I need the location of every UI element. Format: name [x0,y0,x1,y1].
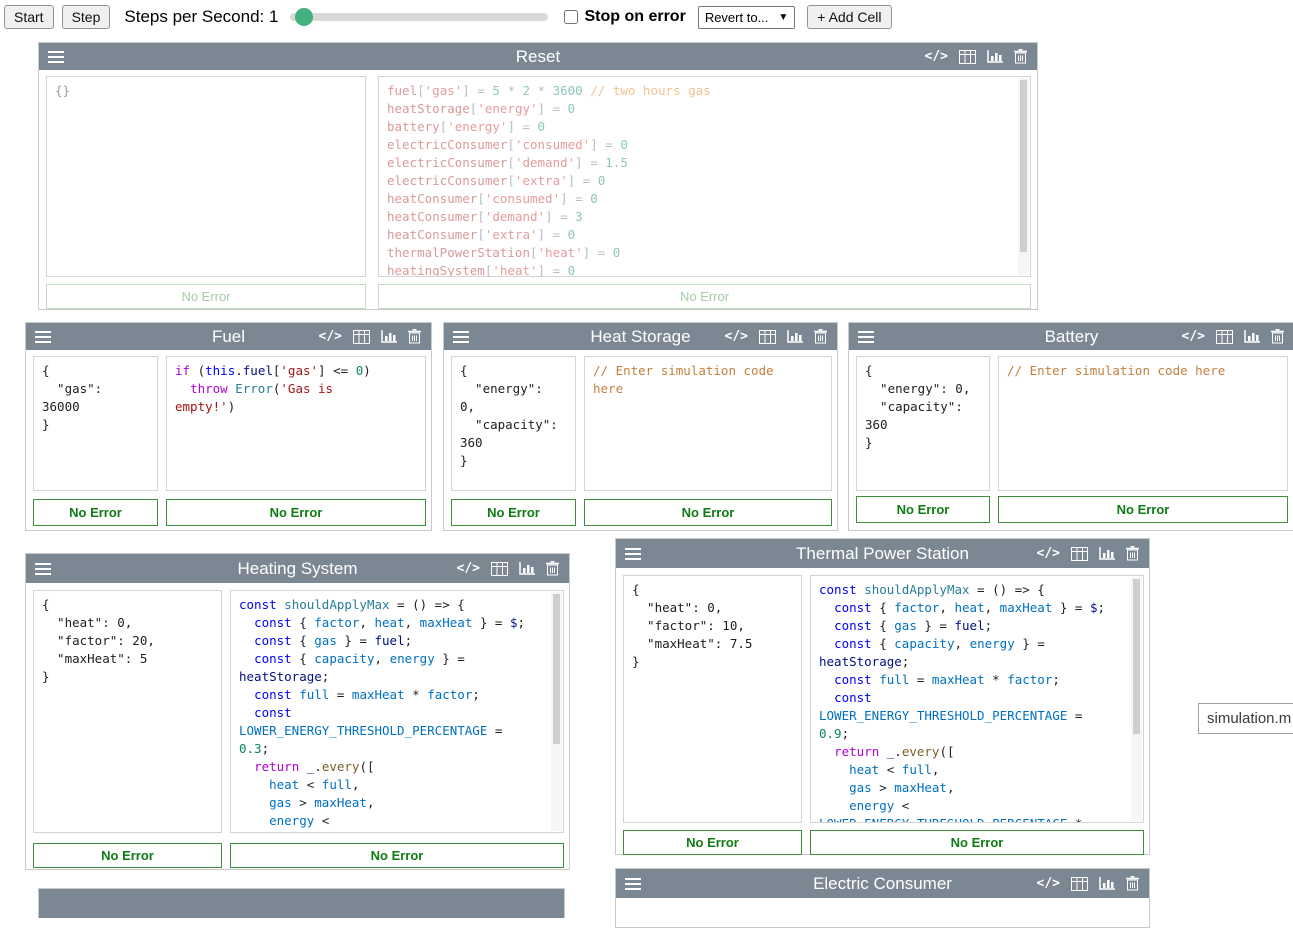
state-error-box: No Error [33,499,158,526]
speed-slider-handle[interactable] [295,8,313,26]
code-error-box: No Error [810,830,1144,855]
scrollbar[interactable] [1131,577,1142,821]
code-editor[interactable]: fuel['gas'] = 5 * 2 * 3600 // two hours … [378,76,1031,277]
scrollbar[interactable] [551,592,562,831]
code-error-box: No Error [230,843,564,868]
code-view-icon[interactable]: </> [1037,877,1060,890]
code-error-box: No Error [998,496,1288,523]
table-view-icon[interactable] [1216,330,1233,344]
drag-handle-icon[interactable] [35,328,51,346]
cell-partial-header [39,889,564,918]
cell-electric-consumer: Electric Consumer </> [615,868,1150,928]
code-error-box: No Error [166,499,426,526]
code-error-box: No Error [378,284,1031,309]
state-error-box: No Error [451,499,576,526]
scrollbar-thumb[interactable] [1020,80,1027,252]
state-editor[interactable]: { "gas":36000} [33,356,158,491]
cell-title: Reset [39,47,1037,67]
state-error-box: No Error [46,284,366,309]
revert-select-value: Revert to... [705,10,769,25]
state-editor[interactable]: { "heat": 0, "factor": 20, "maxHeat": 5} [33,590,222,833]
cell-battery-header: Battery </> [849,323,1293,350]
table-view-icon[interactable] [491,562,508,576]
code-editor[interactable]: const shouldApplyMax = () => { const { f… [810,575,1144,823]
delete-cell-icon[interactable] [546,561,559,576]
delete-cell-icon[interactable] [1126,546,1139,561]
speed-slider[interactable] [290,13,548,21]
cell-reset-header: Reset </> [39,43,1037,70]
start-button[interactable]: Start [4,5,54,30]
revert-select[interactable]: Revert to... ▼ [698,6,795,29]
table-view-icon[interactable] [759,330,776,344]
stop-on-error-checkbox[interactable] [564,10,578,24]
cell-partial-bottom-left [38,888,565,918]
chart-view-icon[interactable] [1099,877,1115,891]
state-editor[interactable]: { "energy":0, "capacity":360} [451,356,576,491]
drag-handle-icon[interactable] [453,328,469,346]
code-editor[interactable]: // Enter simulation codehere [584,356,832,491]
drag-handle-icon[interactable] [625,875,641,893]
cell-battery: Battery </> { "energy": 0, "capacity":36… [848,322,1293,531]
code-view-icon[interactable]: </> [925,50,948,63]
table-view-icon[interactable] [959,50,976,64]
scrollbar-thumb[interactable] [1133,579,1140,734]
delete-cell-icon[interactable] [1014,49,1027,64]
code-editor[interactable]: const shouldApplyMax = () => { const { f… [230,590,564,833]
code-view-icon[interactable]: </> [1182,330,1205,343]
steps-per-second-label: Steps per Second: 1 [124,7,278,27]
code-view-icon[interactable]: </> [457,562,480,575]
steps-per-second-value: 1 [269,7,278,26]
cell-reset: Reset </> {} fuel['gas'] = 5 * 2 * 3600 … [38,42,1038,310]
code-view-icon[interactable]: </> [319,330,342,343]
cell-thermal-power-station: Thermal Power Station </> { "heat": 0, "… [615,538,1150,855]
drag-handle-icon[interactable] [48,48,64,66]
add-cell-button[interactable]: + Add Cell [807,5,891,30]
table-view-icon[interactable] [353,330,370,344]
code-view-icon[interactable]: </> [1037,547,1060,560]
step-button[interactable]: Step [62,5,111,30]
scrollbar[interactable] [1018,78,1029,275]
state-error-box: No Error [623,830,802,855]
chart-view-icon[interactable] [1244,330,1260,344]
chevron-down-icon: ▼ [778,12,788,23]
cell-heat-storage: Heat Storage </> { "energy":0, "capacity… [443,322,838,531]
table-view-icon[interactable] [1071,877,1088,891]
table-view-icon[interactable] [1071,547,1088,561]
simulation-file-tooltip: simulation.m [1198,703,1293,734]
state-editor[interactable]: {} [46,76,366,277]
state-editor[interactable]: { "heat": 0, "factor": 10, "maxHeat": 7.… [623,575,802,823]
code-editor[interactable]: // Enter simulation code here [998,356,1288,491]
cell-thermal-power-station-header: Thermal Power Station </> [616,539,1149,568]
chart-view-icon[interactable] [987,50,1003,64]
code-editor[interactable]: if (this.fuel['gas'] <= 0) throw Error('… [166,356,426,491]
drag-handle-icon[interactable] [858,328,874,346]
stop-on-error-label: Stop on error [584,8,685,26]
code-view-icon[interactable]: </> [725,330,748,343]
cell-fuel: Fuel </> { "gas":36000} if (this.fuel['g… [25,322,432,531]
delete-cell-icon[interactable] [1126,876,1139,891]
delete-cell-icon[interactable] [408,329,421,344]
state-error-box: No Error [856,496,990,523]
cell-fuel-header: Fuel </> [26,323,431,350]
toolbar: Start Step Steps per Second: 1 Stop on e… [0,0,1293,34]
code-error-box: No Error [584,499,832,526]
scrollbar-thumb[interactable] [553,594,560,744]
chart-view-icon[interactable] [787,330,803,344]
cell-heat-storage-header: Heat Storage </> [444,323,837,350]
chart-view-icon[interactable] [381,330,397,344]
steps-per-second-text: Steps per Second: [124,7,264,26]
cell-electric-consumer-header: Electric Consumer </> [616,869,1149,898]
cell-heating-system-header: Heating System </> [26,554,569,583]
cell-heating-system: Heating System </> { "heat": 0, "factor"… [25,553,570,870]
state-editor[interactable]: { "energy": 0, "capacity":360} [856,356,990,491]
chart-view-icon[interactable] [1099,547,1115,561]
drag-handle-icon[interactable] [625,545,641,563]
delete-cell-icon[interactable] [1271,329,1284,344]
chart-view-icon[interactable] [519,562,535,576]
delete-cell-icon[interactable] [814,329,827,344]
state-error-box: No Error [33,843,222,868]
drag-handle-icon[interactable] [35,560,51,578]
